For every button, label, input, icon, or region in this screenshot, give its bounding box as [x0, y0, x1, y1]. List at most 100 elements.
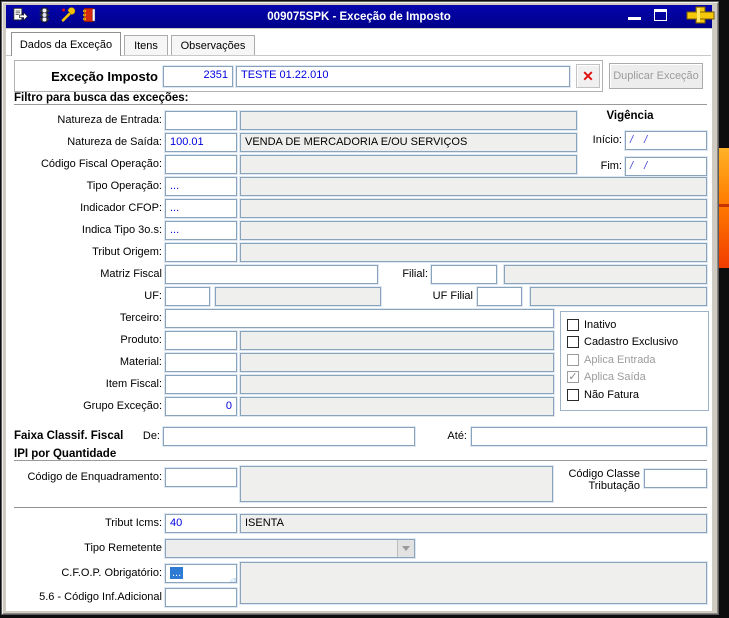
indica-tipo-3os-field[interactable]: ... [165, 221, 237, 240]
checkbox-label: Não Fatura [584, 388, 640, 401]
filial-desc [504, 265, 707, 284]
tipo-remetente-label: Tipo Remetente [84, 542, 162, 554]
indica-tipo-3os-desc [240, 221, 707, 240]
faixa-ate-label: Até: [447, 430, 467, 442]
uf-filial-desc [530, 287, 707, 306]
background-app-orange-bar [719, 148, 729, 268]
tribut-origem-desc [240, 243, 707, 262]
produto-field[interactable] [165, 331, 237, 350]
natureza-entrada-field[interactable] [165, 111, 237, 130]
chevron-down-icon [402, 546, 410, 551]
tab-dados-da-excecao[interactable]: Dados da Exceção [11, 32, 121, 56]
selected-text: ... [170, 567, 184, 579]
checkbox-box [567, 353, 579, 366]
gold-plus-icon [686, 6, 715, 24]
natureza-saida-field[interactable]: 100.01 [165, 133, 237, 152]
enquadramento-label: Código de Enquadramento: [27, 471, 162, 483]
tribut-origem-label: Tribut Origem: [92, 246, 162, 258]
natureza-entrada-desc [240, 111, 577, 130]
vigencia-inicio-field[interactable]: / / [625, 131, 707, 150]
checkbox-aplica-entrada: Aplica Entrada [567, 351, 708, 369]
vigencia-fim-label: Fim: [600, 160, 622, 172]
codigo-fiscal-desc [240, 155, 577, 174]
checkbox-nao-fatura[interactable]: Não Fatura [567, 386, 708, 404]
enquadramento-field[interactable] [165, 468, 237, 487]
vigencia-title: Vigência [606, 110, 654, 122]
natureza-saida-desc: VENDA DE MERCADORIA E/OU SERVIÇOS [240, 133, 577, 152]
tipo-operacao-desc [240, 177, 707, 196]
checkbox-aplica-saida: ✓ Aplica Saída [567, 369, 708, 387]
faixa-de-field[interactable] [163, 427, 415, 446]
cod-inf-adicional-field[interactable] [165, 588, 237, 607]
tab-label: Itens [134, 40, 158, 52]
tab-label: Observações [180, 40, 246, 52]
codigo-fiscal-field[interactable] [165, 155, 237, 174]
grupo-excecao-desc [240, 397, 554, 416]
excecao-codigo-field[interactable]: 2351 [163, 66, 233, 87]
excecao-descricao-field[interactable]: TESTE 01.22.010 [236, 66, 570, 87]
window-title: 009075SPK - Exceção de Imposto [267, 10, 451, 23]
natureza-saida-label: Natureza de Saída: [67, 136, 162, 148]
maximize-button[interactable] [651, 6, 671, 24]
item-fiscal-field[interactable] [165, 375, 237, 394]
material-label: Material: [119, 356, 162, 368]
traffic-light-icon[interactable] [36, 7, 53, 23]
clear-button[interactable]: ✕ [576, 64, 600, 88]
tab-observacoes[interactable]: Observações [171, 35, 255, 56]
uf-filial-label: UF Filial [432, 290, 473, 302]
dropdown-button[interactable] [397, 540, 414, 557]
faixa-ate-field[interactable] [471, 427, 707, 446]
classe-tributacao-field[interactable] [644, 469, 707, 488]
screen: 009075SPK - Exceção de Imposto Dados da … [0, 0, 729, 618]
item-fiscal-label: Item Fiscal: [105, 378, 162, 390]
terceiro-label: Terceiro: [119, 312, 162, 324]
tipo-remetente-dropdown[interactable] [165, 539, 415, 558]
report-icon[interactable] [12, 7, 29, 23]
minimize-button[interactable] [625, 6, 645, 24]
classe-tributacao-label-2: Tributação [588, 480, 640, 492]
uf-filial-field[interactable] [477, 287, 522, 306]
indica-tipo-3os-label: Indica Tipo 3o.s: [81, 224, 162, 236]
grupo-excecao-field[interactable]: 0 [165, 397, 237, 416]
ipi-section-title: IPI por Quantidade [14, 448, 123, 460]
faixa-section-title: Faixa Classif. Fiscal [14, 430, 124, 442]
wrench-icon[interactable] [59, 7, 76, 23]
indicador-cfop-desc [240, 199, 707, 218]
codigo-fiscal-label: Código Fiscal Operação: [40, 158, 162, 170]
matriz-fiscal-field[interactable] [165, 265, 378, 284]
minimize-icon [628, 17, 641, 20]
tribut-icms-field[interactable]: 40 [165, 514, 237, 533]
checkbox-box: ✓ [567, 371, 579, 384]
lookup-icon[interactable] [230, 578, 236, 582]
grupo-excecao-label: Grupo Exceção: [83, 400, 162, 412]
enquadramento-desc [240, 466, 553, 502]
checkbox-box[interactable] [567, 318, 579, 331]
indicador-cfop-label: Indicador CFOP: [80, 202, 162, 214]
checkbox-label: Cadastro Exclusivo [584, 336, 679, 349]
terceiro-field[interactable] [165, 309, 554, 328]
material-desc [240, 353, 554, 372]
close-button[interactable] [679, 6, 723, 24]
cfop-obrigatorio-field[interactable]: ... [165, 564, 237, 583]
tab-itens[interactable]: Itens [124, 35, 168, 56]
book-icon[interactable] [81, 7, 98, 23]
filial-field[interactable] [431, 265, 497, 284]
indicador-cfop-field[interactable]: ... [165, 199, 237, 218]
duplicar-excecao-button[interactable]: Duplicar Exceção [609, 63, 703, 89]
filial-label: Filial: [402, 268, 428, 280]
checkbox-group: Inativo Cadastro Exclusivo Aplica Entrada ✓… [560, 311, 709, 411]
checkbox-box[interactable] [567, 388, 579, 401]
material-field[interactable] [165, 353, 237, 372]
tribut-origem-field[interactable] [165, 243, 237, 262]
tipo-operacao-field[interactable]: ... [165, 177, 237, 196]
uf-field[interactable] [165, 287, 210, 306]
vigencia-fim-field[interactable]: / / [625, 157, 707, 176]
titlebar[interactable]: 009075SPK - Exceção de Imposto [6, 5, 712, 28]
checkbox-inativo[interactable]: Inativo [567, 316, 708, 334]
produto-label: Produto: [120, 334, 162, 346]
natureza-entrada-label: Natureza de Entrada: [57, 114, 162, 126]
checkbox-box[interactable] [567, 336, 579, 349]
checkbox-cadastro-exclusivo[interactable]: Cadastro Exclusivo [567, 334, 708, 352]
checkbox-label: Inativo [584, 318, 617, 331]
uf-label: UF: [144, 290, 162, 302]
